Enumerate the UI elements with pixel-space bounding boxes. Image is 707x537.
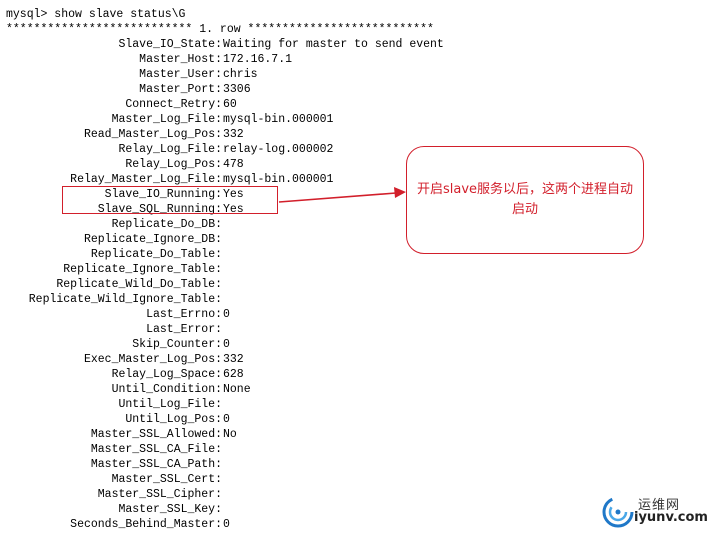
- highlight-box: [62, 186, 278, 214]
- status-row: Until_Condition: None: [0, 382, 707, 397]
- status-row: Skip_Counter: 0: [0, 337, 707, 352]
- status-row: Relay_Log_Space: 628: [0, 367, 707, 382]
- field-name: Master_SSL_Allowed:: [90, 428, 222, 441]
- field-name: Master_Host:: [139, 53, 222, 66]
- field-name: Until_Log_File:: [118, 398, 222, 411]
- status-row: Replicate_Ignore_Table:: [0, 262, 707, 277]
- field-name: Skip_Counter:: [132, 338, 222, 351]
- field-name: Replicate_Do_DB:: [111, 218, 222, 231]
- status-row: Master_Host: 172.16.7.1: [0, 52, 707, 67]
- field-value: chris: [223, 68, 258, 81]
- field-name: Relay_Master_Log_File:: [70, 173, 222, 186]
- field-name: Until_Condition:: [111, 383, 222, 396]
- field-value: 628: [223, 368, 244, 381]
- field-name: Master_Log_File:: [111, 113, 222, 126]
- annotation-callout: 开启slave服务以后，这两个进程自动启动: [406, 146, 644, 254]
- field-value: mysql-bin.000001: [223, 113, 334, 126]
- field-value: 3306: [223, 83, 251, 96]
- field-value: relay-log.000002: [223, 143, 334, 156]
- field-name: Replicate_Wild_Do_Table:: [56, 278, 222, 291]
- field-name: Read_Master_Log_Pos:: [83, 128, 222, 141]
- field-value: mysql-bin.000001: [223, 173, 334, 186]
- status-row: Master_SSL_Allowed: No: [0, 427, 707, 442]
- status-row: Slave_IO_State: Waiting for master to sen…: [0, 37, 707, 52]
- field-name: Master_SSL_CA_File:: [90, 443, 222, 456]
- field-list: Slave_IO_State: Waiting for master to sen…: [0, 37, 707, 532]
- field-name: Master_SSL_Key:: [118, 503, 222, 516]
- status-row: Connect_Retry: 60: [0, 97, 707, 112]
- field-name: Master_User:: [139, 68, 222, 81]
- field-name: Master_SSL_Cipher:: [97, 488, 222, 501]
- status-row: Master_Log_File: mysql-bin.000001: [0, 112, 707, 127]
- field-value: Waiting for master to send event: [223, 38, 444, 51]
- field-value: 0: [223, 308, 230, 321]
- terminal-window: mysql> show slave status\G *************…: [0, 0, 707, 537]
- field-value: 478: [223, 158, 244, 171]
- field-value: 0: [223, 518, 230, 531]
- status-row: Last_Error:: [0, 322, 707, 337]
- field-name: Master_Port:: [139, 83, 222, 96]
- field-name: Connect_Retry:: [125, 98, 222, 111]
- field-value: 332: [223, 353, 244, 366]
- field-value: 332: [223, 128, 244, 141]
- field-value: None: [223, 383, 251, 396]
- field-name: Seconds_Behind_Master:: [70, 518, 222, 531]
- field-name: Replicate_Wild_Ignore_Table:: [28, 293, 222, 306]
- command-line: mysql> show slave status\G: [6, 8, 186, 21]
- field-name: Exec_Master_Log_Pos:: [83, 353, 222, 366]
- field-value: 172.16.7.1: [223, 53, 293, 66]
- status-row: Master_SSL_CA_File:: [0, 442, 707, 457]
- field-name: Slave_IO_State:: [118, 38, 222, 51]
- status-row: Master_User: chris: [0, 67, 707, 82]
- field-name: Replicate_Ignore_DB:: [83, 233, 222, 246]
- field-name: Master_SSL_Cert:: [111, 473, 222, 486]
- watermark-en: iyunv.com: [634, 510, 707, 525]
- status-row: Until_Log_Pos: 0: [0, 412, 707, 427]
- status-row: Exec_Master_Log_Pos: 332: [0, 352, 707, 367]
- field-value: 0: [223, 338, 230, 351]
- status-row: Replicate_Wild_Ignore_Table:: [0, 292, 707, 307]
- watermark: 运维网 iyunv.com: [598, 490, 707, 534]
- field-value: 0: [223, 413, 230, 426]
- field-value: No: [223, 428, 237, 441]
- field-name: Relay_Log_Space:: [111, 368, 222, 381]
- status-row: Master_SSL_CA_Path:: [0, 457, 707, 472]
- row-header: *************************** 1. row *****…: [6, 23, 434, 36]
- status-row: Last_Errno: 0: [0, 307, 707, 322]
- status-row: Master_Port: 3306: [0, 82, 707, 97]
- status-row: Read_Master_Log_Pos: 332: [0, 127, 707, 142]
- field-name: Last_Errno:: [146, 308, 222, 321]
- status-row: Replicate_Wild_Do_Table:: [0, 277, 707, 292]
- callout-text: 开启slave服务以后，这两个进程自动启动: [416, 182, 634, 217]
- field-name: Replicate_Ignore_Table:: [63, 263, 222, 276]
- field-name: Replicate_Do_Table:: [90, 248, 222, 261]
- field-value: 60: [223, 98, 237, 111]
- field-name: Until_Log_Pos:: [125, 413, 222, 426]
- field-name: Master_SSL_CA_Path:: [90, 458, 222, 471]
- field-name: Relay_Log_Pos:: [125, 158, 222, 171]
- field-name: Last_Error:: [146, 323, 222, 336]
- status-row: Until_Log_File:: [0, 397, 707, 412]
- field-name: Relay_Log_File:: [118, 143, 222, 156]
- swirl-logo-icon: [602, 496, 634, 528]
- status-row: Master_SSL_Cert:: [0, 472, 707, 487]
